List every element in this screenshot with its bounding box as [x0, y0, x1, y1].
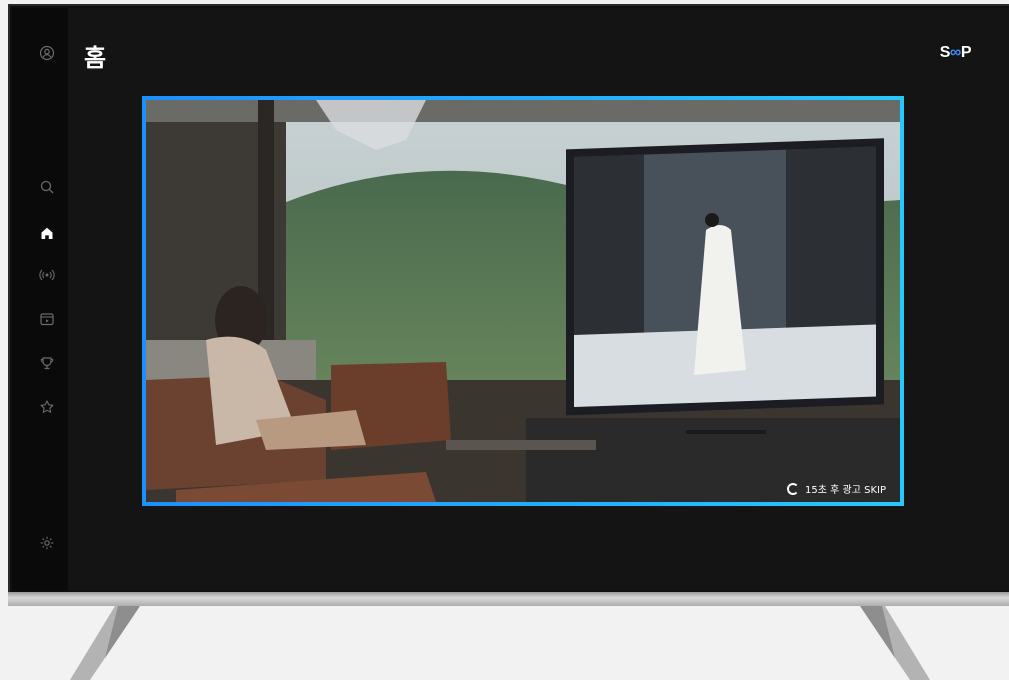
esports-trophy-icon[interactable]: [36, 352, 58, 374]
vod-icon[interactable]: [36, 308, 58, 330]
tv-stand-right: [860, 606, 930, 680]
countdown-spinner-icon: [787, 482, 800, 495]
ad-skip-indicator[interactable]: 15초 후 광고 SKIP: [787, 481, 886, 496]
home-icon[interactable]: [36, 222, 58, 244]
brand-logo-s: S: [939, 44, 951, 61]
settings-icon[interactable]: [36, 532, 58, 554]
video-frame: [146, 100, 900, 502]
profile-icon[interactable]: [36, 42, 58, 64]
page-title: 홈: [84, 44, 107, 72]
brand-logo: S∞P: [939, 44, 972, 62]
tv-stand-left: [70, 606, 140, 680]
featured-video-player[interactable]: 15초 후 광고 SKIP: [142, 96, 904, 506]
tv-bezel-bottom: [8, 592, 1009, 606]
ad-skip-label: 15초 후 광고 SKIP: [805, 485, 886, 496]
tv-mockup: 홈 S∞P 15초 후 광고 SKIP: [0, 0, 1009, 680]
search-icon[interactable]: [36, 176, 58, 198]
live-broadcast-icon[interactable]: [36, 264, 58, 286]
tv-screen: 홈 S∞P 15초 후 광고 SKIP: [12, 8, 1009, 590]
brand-logo-p: P: [960, 44, 972, 61]
star-icon[interactable]: [36, 396, 58, 418]
brand-logo-infinity: ∞: [949, 44, 961, 61]
sidebar: [12, 8, 68, 590]
